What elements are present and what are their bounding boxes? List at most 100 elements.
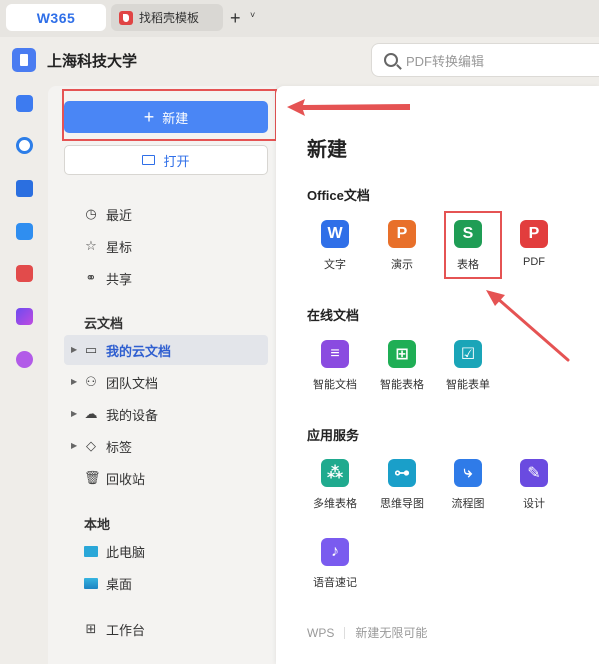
app-label: 语音速记: [313, 577, 357, 589]
sidebar-item-label: 最近: [106, 207, 133, 223]
docer-icon[interactable]: [16, 265, 33, 282]
sidebar-item-trash[interactable]: 🗑︎ 回收站: [84, 467, 145, 489]
app-design[interactable]: ✎ 设计: [504, 459, 564, 511]
panel-footer: WPS 新建无限可能: [307, 624, 427, 641]
tab-menu-chevron-icon[interactable]: ˅: [250, 10, 255, 20]
sidebar-item-recent[interactable]: ◷ 最近: [84, 203, 132, 225]
tag-icon: ◇: [86, 438, 96, 453]
folder-open-icon: [142, 155, 156, 165]
sidebar-item-workbench[interactable]: ⊞ 工作台: [84, 618, 145, 640]
cloud-device-icon: ☁: [84, 406, 98, 421]
team-icon: ⚇: [85, 374, 97, 389]
app-multi-table[interactable]: ⁂ 多维表格: [305, 459, 365, 511]
footer-brand: WPS: [307, 625, 335, 640]
footer-slogan: 新建无限可能: [355, 626, 428, 640]
app-smart-form[interactable]: ☑ 智能表单: [438, 340, 498, 392]
panel-title: 新建: [307, 139, 347, 161]
tab-template[interactable]: 找稻壳模板: [111, 4, 223, 31]
mind-map-icon: ⊶: [388, 459, 416, 487]
sidebar-item-label: 桌面: [106, 576, 133, 592]
office-group-title: Office文档: [307, 188, 370, 203]
computer-icon: [84, 545, 98, 557]
sidebar-item-label: 星标: [106, 239, 133, 255]
sidebar-item-label: 此电脑: [106, 544, 146, 560]
apps-icon[interactable]: [16, 308, 33, 325]
pdf-icon: P: [520, 220, 548, 248]
expand-chevron-icon[interactable]: ▶: [71, 441, 77, 450]
footer-divider: [344, 626, 346, 639]
highlight-box-spreadsheet: [444, 211, 502, 279]
app-label: 智能表单: [446, 379, 490, 391]
app-mind-map[interactable]: ⊶ 思维导图: [372, 459, 432, 511]
app-label: 演示: [391, 259, 413, 271]
documents-icon[interactable]: [16, 95, 33, 112]
local-section-title: 本地: [84, 517, 111, 532]
app-label: 文字: [324, 259, 346, 271]
clock-icon: ◷: [85, 206, 97, 221]
microphone-icon: ♪: [321, 538, 349, 566]
app-label: 智能表格: [380, 379, 424, 391]
search-input[interactable]: PDF转换编辑: [371, 43, 599, 77]
flowchart-icon: ⤷: [454, 459, 482, 487]
assistant-icon[interactable]: [16, 351, 33, 368]
multi-table-icon: ⁂: [321, 459, 349, 487]
highlight-box-new: [62, 89, 277, 141]
expand-chevron-icon[interactable]: ▶: [71, 345, 77, 354]
sidebar-item-label: 我的云文档: [106, 343, 172, 359]
app-voice-notes[interactable]: ♪ 语音速记: [305, 538, 365, 590]
sidebar-item-label: 标签: [106, 439, 133, 455]
sidebar-item-this-pc[interactable]: 此电脑: [84, 540, 145, 562]
app-writer[interactable]: W 文字: [305, 220, 365, 272]
video-icon[interactable]: [16, 180, 33, 197]
app-label: 多维表格: [313, 498, 357, 510]
expand-chevron-icon[interactable]: ▶: [71, 377, 77, 386]
sidebar-item-my-cloud[interactable]: ▭ 我的云文档: [84, 339, 171, 361]
app-flowchart[interactable]: ⤷ 流程图: [438, 459, 498, 511]
app-label: PDF: [523, 256, 545, 268]
sidebar-item-desktop[interactable]: 桌面: [84, 572, 132, 594]
sidebar-item-devices[interactable]: ☁ 我的设备: [84, 403, 159, 425]
meeting-icon[interactable]: [16, 137, 33, 154]
sidebar-item-label: 工作台: [106, 622, 146, 638]
docer-icon: [119, 10, 133, 25]
app-label: 思维导图: [380, 498, 424, 510]
calendar-icon[interactable]: [16, 223, 33, 240]
app-smart-sheet[interactable]: ⊞ 智能表格: [372, 340, 432, 392]
app-presentation[interactable]: P 演示: [372, 220, 432, 272]
smart-doc-icon: ≡: [321, 340, 349, 368]
folder-icon: ▭: [84, 342, 98, 357]
service-group-title: 应用服务: [307, 428, 360, 443]
org-logo-icon[interactable]: [12, 48, 36, 72]
desktop-icon: [84, 577, 98, 589]
smart-form-icon: ☑: [454, 340, 482, 368]
search-icon: [384, 53, 398, 67]
wps-logo-text: W365: [36, 9, 76, 26]
share-icon: ⚭: [85, 270, 97, 285]
star-icon: ☆: [85, 238, 97, 253]
sidebar-item-label: 团队文档: [106, 375, 159, 391]
open-button[interactable]: 打开: [64, 145, 268, 175]
tab-bar: W365 找稻壳模板 + ˅: [0, 0, 599, 37]
trash-icon: 🗑︎: [84, 470, 101, 485]
expand-chevron-icon[interactable]: ▶: [71, 409, 77, 418]
search-placeholder: PDF转换编辑: [406, 53, 485, 69]
sidebar-item-team[interactable]: ⚇ 团队文档: [84, 371, 158, 393]
app-label: 智能文档: [313, 379, 357, 391]
app-rail: [0, 37, 48, 664]
workbench-icon: ⊞: [85, 621, 97, 636]
sidebar-item-starred[interactable]: ☆ 星标: [84, 235, 132, 257]
app-pdf[interactable]: P PDF: [504, 220, 564, 268]
sidebar-item-shared[interactable]: ⚭ 共享: [84, 267, 132, 289]
sidebar-item-tags[interactable]: ◇ 标签: [84, 435, 132, 457]
tab-home[interactable]: W365: [6, 4, 106, 31]
app-smart-doc[interactable]: ≡ 智能文档: [305, 340, 365, 392]
presentation-icon: P: [388, 220, 416, 248]
sidebar-item-label: 共享: [106, 271, 133, 287]
smart-sheet-icon: ⊞: [388, 340, 416, 368]
org-name: 上海科技大学: [47, 53, 138, 70]
add-tab-button[interactable]: +: [230, 8, 241, 28]
sidebar-item-label: 我的设备: [106, 407, 159, 423]
sidebar-item-label: 回收站: [106, 471, 146, 487]
app-label: 设计: [523, 498, 545, 510]
open-button-label: 打开: [163, 153, 190, 169]
